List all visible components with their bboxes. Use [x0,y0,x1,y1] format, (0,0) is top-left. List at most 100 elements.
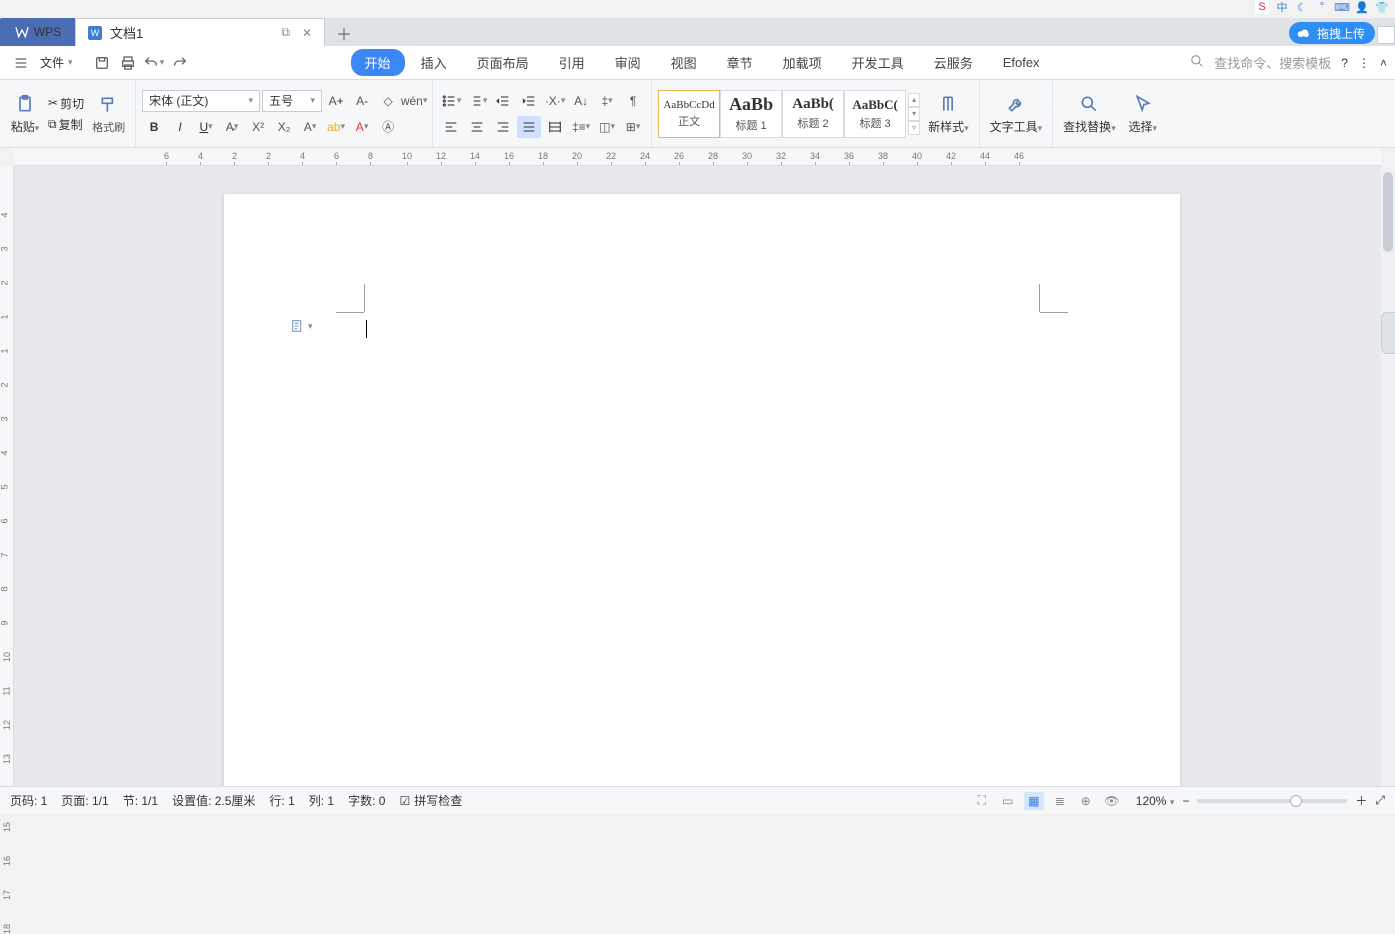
align-right-icon[interactable] [491,116,515,138]
zoom-in-icon[interactable]: ＋ [1355,792,1367,809]
tab-insert[interactable]: 插入 [407,49,461,76]
font-size-select[interactable]: 五号▾ [262,90,322,112]
tab-view[interactable]: 视图 [657,49,711,76]
document-tab[interactable]: W 文档1 ⧉ ✕ [75,18,325,46]
style-scroll[interactable]: ▴▾▿ [908,93,920,135]
clear-format-icon[interactable]: ◇ [376,90,400,112]
text-direction-icon[interactable]: ·X·▾ [543,90,567,112]
underline-icon[interactable]: U▾ [194,116,218,138]
skin-button[interactable] [1377,26,1395,44]
tab-page-layout[interactable]: 页面布局 [463,49,543,76]
distributed-icon[interactable] [543,116,567,138]
tab-developer[interactable]: 开发工具 [838,49,918,76]
style-normal[interactable]: AaBbCcDd正文 [658,90,720,138]
shading-icon[interactable]: ◫▾ [595,116,619,138]
lang-icon[interactable]: 中 [1275,0,1289,14]
status-row[interactable]: 行: 1 [269,792,294,809]
vertical-ruler[interactable]: 4321123456789101112131415161718 [0,166,14,786]
search-icon[interactable] [1190,54,1204,71]
numbering-icon[interactable]: ▾ [465,90,489,112]
spell-check-button[interactable]: ☑拼写检查 [399,792,462,809]
tab-efofex[interactable]: Efofex [989,51,1054,74]
align-center-icon[interactable] [465,116,489,138]
horizontal-ruler[interactable]: 6422468101214161820222426283032343638404… [14,148,1381,166]
style-heading2[interactable]: AaBb(标题 2 [782,90,844,138]
show-marks-icon[interactable]: ¶ [621,90,645,112]
bold-icon[interactable]: B [142,116,166,138]
scrollbar-thumb[interactable] [1383,172,1393,252]
phonetic-guide-icon[interactable]: wén▾ [402,90,426,112]
style-heading1[interactable]: AaBb标题 1 [720,90,782,138]
style-heading3[interactable]: AaBbC(标题 3 [844,90,906,138]
fullscreen-icon[interactable]: ⛶ [972,792,992,810]
read-mode-icon[interactable]: ▭ [998,792,1018,810]
borders-icon[interactable]: ⊞▾ [621,116,645,138]
highlight-icon[interactable]: ab▾ [324,116,348,138]
bullets-icon[interactable]: ▾ [439,90,463,112]
shrink-font-icon[interactable]: A- [350,90,374,112]
text-tools-button[interactable]: 文字工具▾ [986,92,1047,135]
user-icon[interactable]: 👤 [1355,0,1369,14]
select-button[interactable]: 选择▾ [1124,92,1162,135]
ime-icon[interactable]: S [1255,0,1269,14]
zoom-level[interactable]: 120% ▾ [1136,794,1175,808]
paste-button[interactable]: 粘贴▾ [6,92,44,135]
new-style-button[interactable]: 新样式▾ [924,92,973,135]
collapse-ribbon-icon[interactable]: ˄ [1380,56,1387,70]
font-name-select[interactable]: 宋体 (正文)▾ [142,90,260,112]
menu-icon[interactable] [10,52,32,74]
tab-addins[interactable]: 加载项 [769,49,836,76]
align-justify-icon[interactable] [517,116,541,138]
zoom-slider[interactable] [1197,799,1347,803]
tab-popout-icon[interactable]: ⧉ [281,25,290,40]
tab-review[interactable]: 审阅 [601,49,655,76]
strikethrough-icon[interactable]: A̵▾ [220,116,244,138]
grow-font-icon[interactable]: A+ [324,90,348,112]
web-layout-icon[interactable]: ⊕ [1076,792,1096,810]
more-icon[interactable]: ⋮ [1358,56,1370,70]
outline-icon[interactable]: ≣ [1050,792,1070,810]
vertical-scrollbar[interactable] [1381,166,1395,786]
font-color-icon[interactable]: A▾ [350,116,374,138]
text-effects-icon[interactable]: A▾ [298,116,322,138]
italic-icon[interactable]: I [168,116,192,138]
redo-icon[interactable] [169,52,191,74]
tab-home[interactable]: 开始 [351,49,405,76]
find-replace-button[interactable]: 查找替换▾ [1059,92,1120,135]
zoom-knob[interactable] [1290,795,1302,807]
document-viewport[interactable]: ▾ [14,166,1381,786]
new-tab-button[interactable]: ＋ [331,20,357,46]
fit-page-icon[interactable]: ⤢ [1375,793,1385,808]
moon-icon[interactable]: ☾ [1295,0,1309,14]
subscript-icon[interactable]: X₂ [272,116,296,138]
tab-references[interactable]: 引用 [545,49,599,76]
status-words[interactable]: 字数: 0 [348,792,385,809]
undo-icon[interactable]: ▾ [143,52,165,74]
tab-section[interactable]: 章节 [713,49,767,76]
save-icon[interactable] [91,52,113,74]
paragraph-spacing-icon[interactable]: ‡≡▾ [569,116,593,138]
page[interactable]: ▾ [224,194,1180,786]
line-spacing-icon[interactable]: ‡▾ [595,90,619,112]
status-col[interactable]: 列: 1 [309,792,334,809]
status-setting[interactable]: 设置值: 2.5厘米 [172,792,255,809]
help-icon[interactable]: ? [1341,56,1348,70]
superscript-icon[interactable]: X² [246,116,270,138]
format-painter-button[interactable]: 格式刷 [88,93,129,135]
zoom-out-icon[interactable]: − [1182,794,1189,808]
decrease-indent-icon[interactable] [491,90,515,112]
side-panel-grip[interactable] [1381,312,1395,354]
paragraph-options-icon[interactable]: ▾ [290,318,313,334]
eye-icon[interactable]: 👁 [1102,792,1122,810]
comma-icon[interactable]: ° [1315,0,1329,14]
status-section[interactable]: 节: 1/1 [123,792,158,809]
cut-button[interactable]: ✂剪切 [48,95,84,112]
search-placeholder[interactable]: 查找命令、搜索模板 [1214,53,1331,72]
shirt-icon[interactable]: 👕 [1375,0,1389,14]
keyboard-icon[interactable]: ⌨ [1335,0,1349,14]
status-page-no[interactable]: 页码: 1 [10,792,47,809]
sort-icon[interactable]: A↓ [569,90,593,112]
copy-button[interactable]: ⧉复制 [48,116,84,133]
tab-close-icon[interactable]: ✕ [302,26,312,40]
app-brand[interactable]: WPS [0,18,75,46]
